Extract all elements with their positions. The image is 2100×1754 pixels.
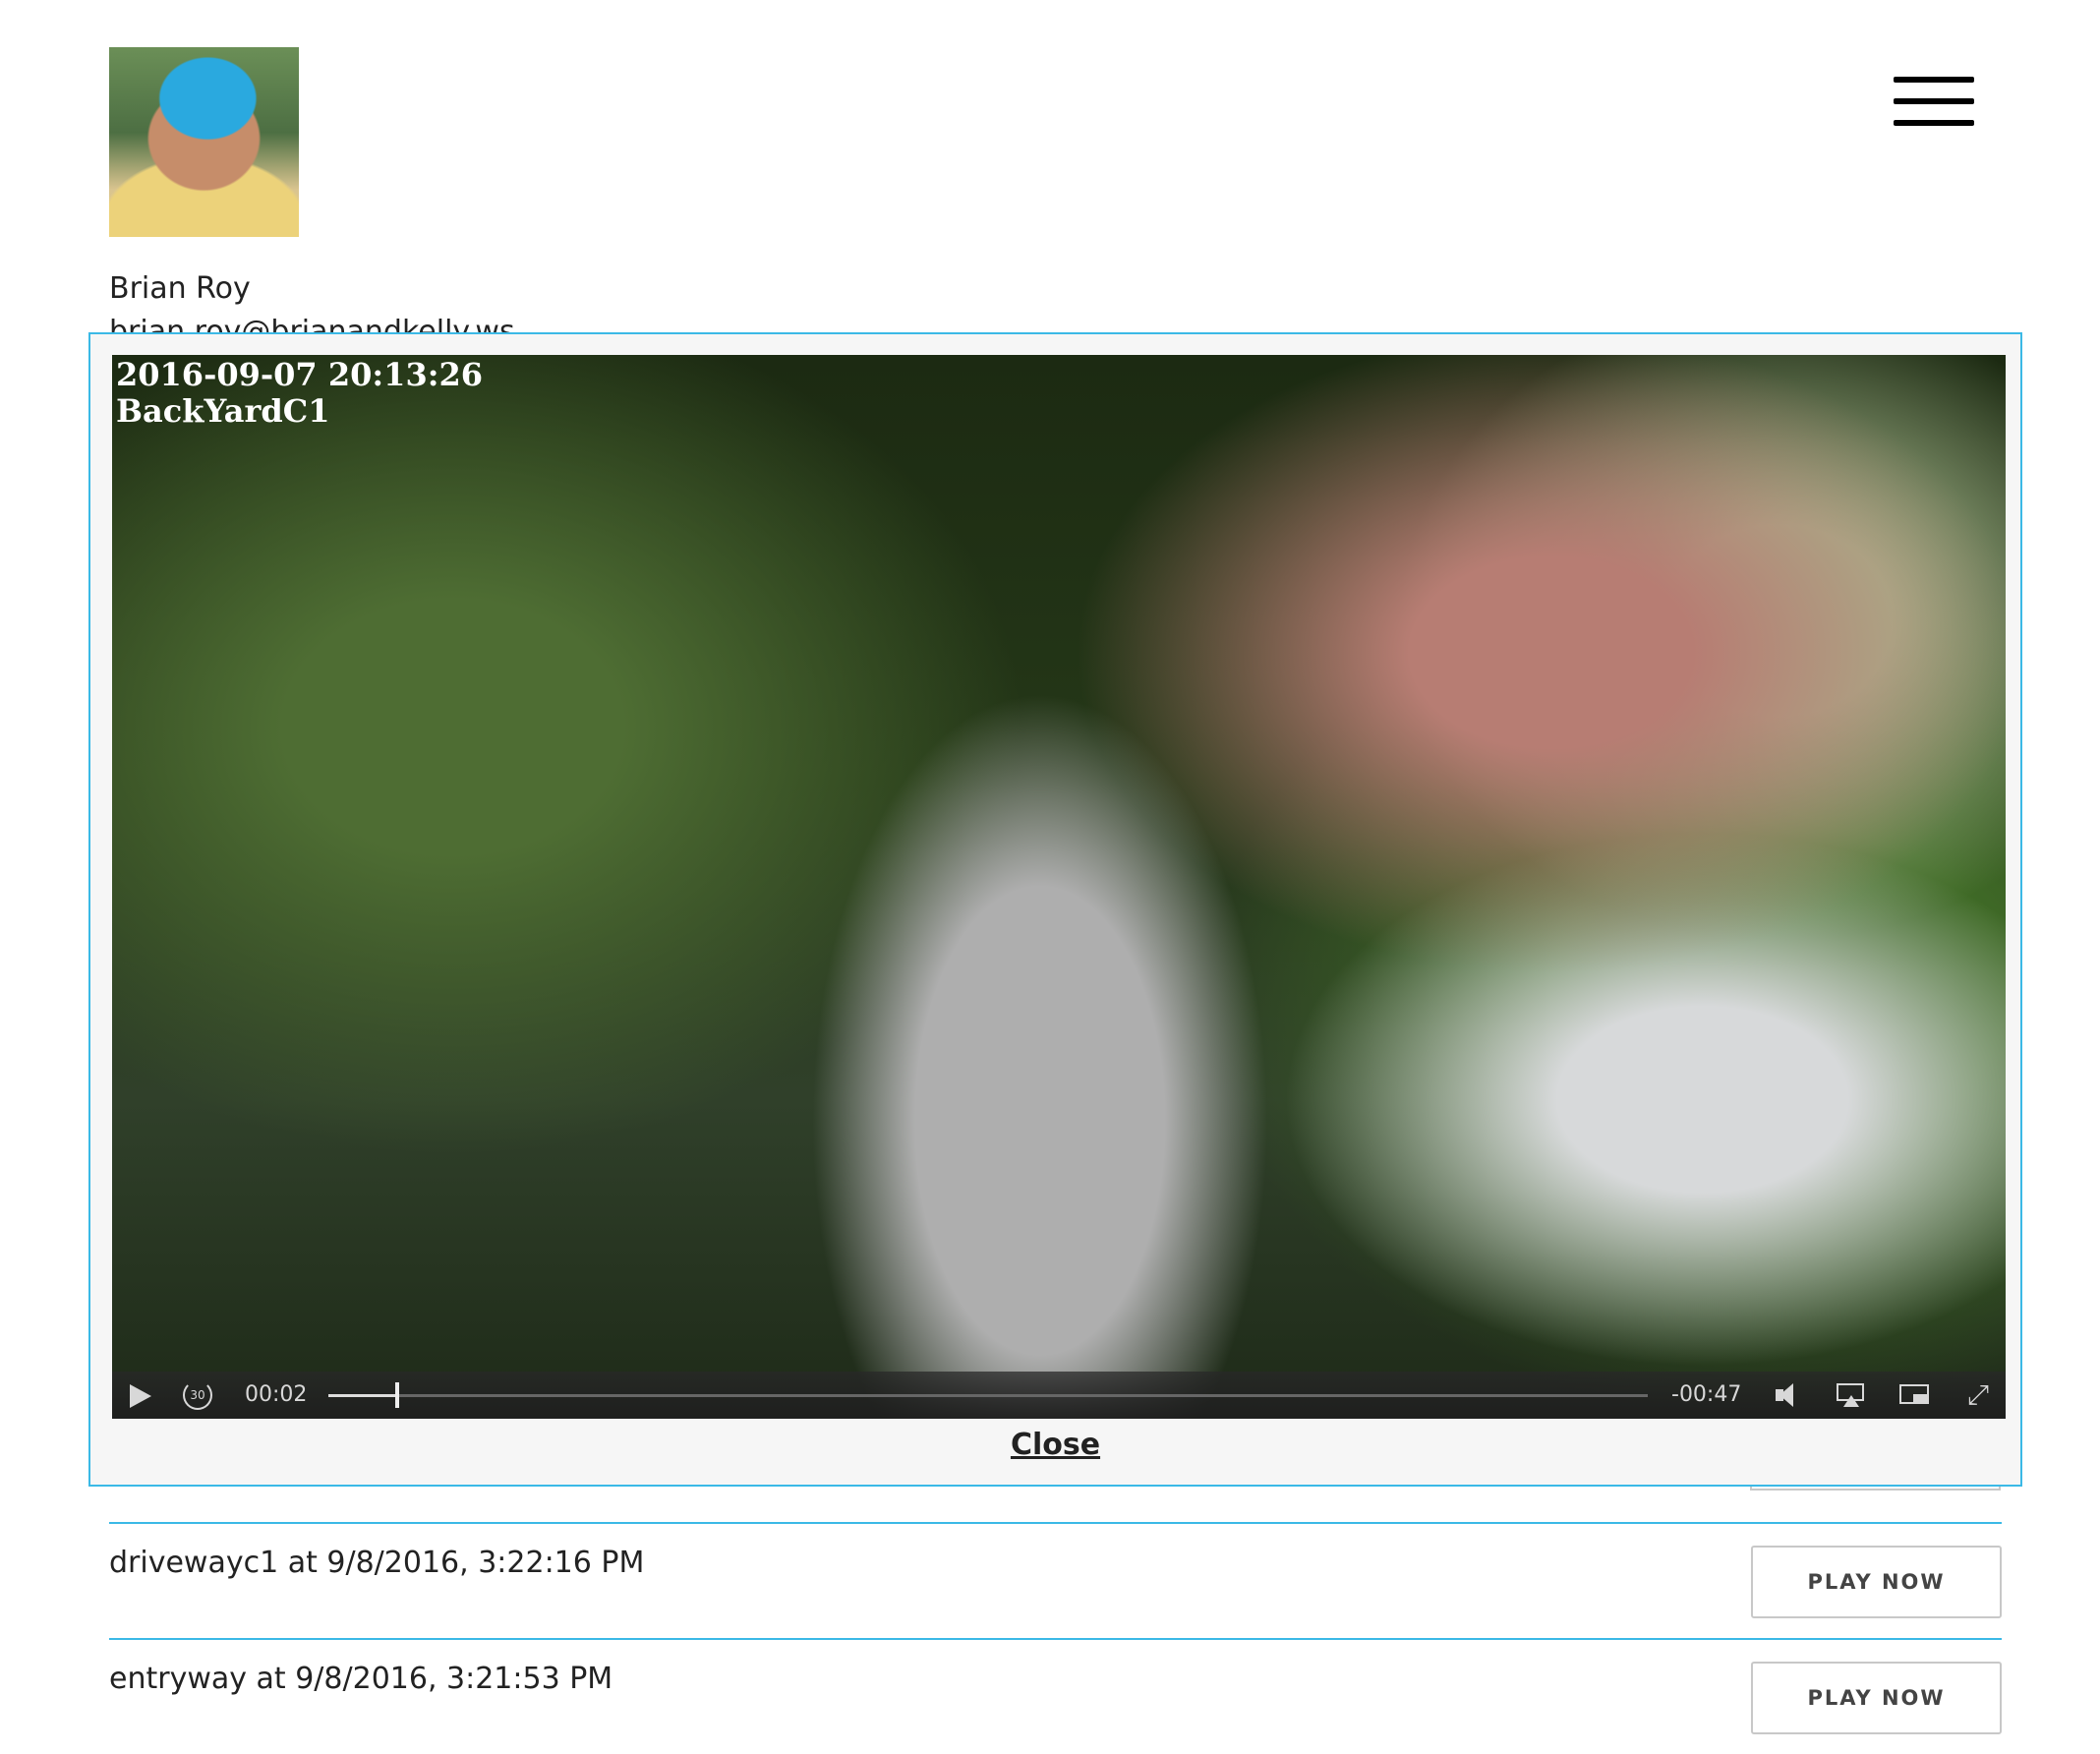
play-now-button[interactable]: PLAY NOW bbox=[1751, 1546, 2002, 1618]
fullscreen-icon[interactable]: ⤢ bbox=[1960, 1372, 1996, 1419]
skip-seconds: 30 bbox=[190, 1388, 205, 1402]
scrubber-handle[interactable] bbox=[394, 1382, 399, 1408]
time-elapsed: 00:02 bbox=[245, 1382, 308, 1407]
scrubber-fill bbox=[328, 1394, 397, 1397]
recording-row: entryway at 9/8/2016, 3:21:53 PM PLAY NO… bbox=[109, 1638, 2002, 1754]
play-now-button[interactable]: PLAY NOW bbox=[1751, 1662, 2002, 1734]
time-remaining: -00:47 bbox=[1671, 1382, 1742, 1407]
close-link[interactable]: Close bbox=[90, 1428, 2020, 1462]
skip-back-30-icon[interactable]: 30 bbox=[181, 1372, 214, 1419]
avatar bbox=[109, 47, 299, 237]
recording-label: drivewayc1 at 9/8/2016, 3:22:16 PM bbox=[109, 1546, 645, 1580]
volume-icon[interactable] bbox=[1774, 1372, 1809, 1419]
video-modal: 2016-09-07 20:13:26 BackYardC1 30 00:02 … bbox=[88, 332, 2022, 1487]
airplay-icon[interactable] bbox=[1835, 1372, 1870, 1419]
video-player[interactable]: 2016-09-07 20:13:26 BackYardC1 30 00:02 … bbox=[112, 355, 2006, 1419]
video-scrubber[interactable] bbox=[328, 1372, 1648, 1419]
recording-label: entryway at 9/8/2016, 3:21:53 PM bbox=[109, 1662, 613, 1696]
video-controls: 30 00:02 -00:47 ⤢ bbox=[112, 1372, 2006, 1419]
overlay-timestamp: 2016-09-07 20:13:26 bbox=[116, 356, 484, 393]
play-icon[interactable] bbox=[126, 1372, 151, 1419]
pip-icon[interactable] bbox=[1897, 1372, 1933, 1419]
overlay-camera-name: BackYardC1 bbox=[116, 392, 330, 430]
menu-icon[interactable] bbox=[1894, 77, 1974, 126]
user-name: Brian Roy bbox=[109, 271, 251, 306]
video-overlay: 2016-09-07 20:13:26 BackYardC1 bbox=[112, 355, 487, 432]
hidden-play-button-edge bbox=[1750, 1487, 2001, 1491]
scrubber-track bbox=[328, 1394, 1648, 1397]
recording-row: drivewayc1 at 9/8/2016, 3:22:16 PM PLAY … bbox=[109, 1522, 2002, 1638]
